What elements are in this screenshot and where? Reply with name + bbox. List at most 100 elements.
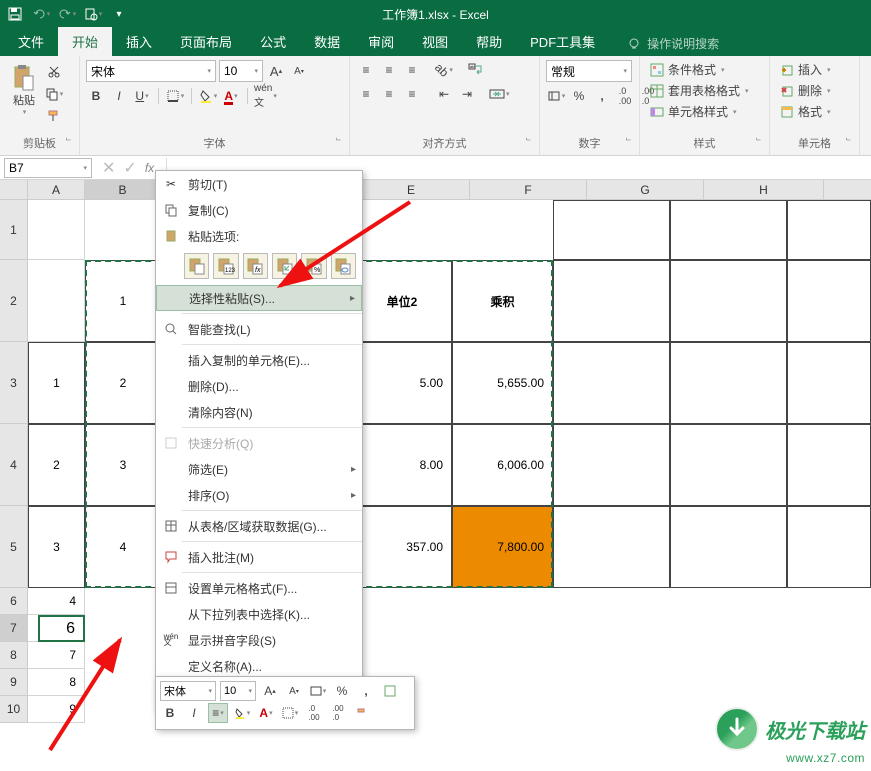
cut-button[interactable] bbox=[44, 62, 64, 82]
cell-g5[interactable] bbox=[670, 506, 787, 588]
mini-border[interactable] bbox=[380, 681, 400, 701]
row-header-2[interactable]: 2 bbox=[0, 260, 28, 342]
decrease-font-button[interactable]: A▾ bbox=[289, 61, 309, 81]
mini-decrease-font[interactable]: A▾ bbox=[284, 681, 304, 701]
print-preview-button[interactable]: ▾ bbox=[82, 3, 104, 25]
cell-h4[interactable] bbox=[787, 424, 871, 506]
cell-a2[interactable] bbox=[28, 260, 85, 342]
cell-styles-button[interactable]: 单元格样式▾ bbox=[646, 102, 763, 121]
row-header-3[interactable]: 3 bbox=[0, 342, 28, 424]
tab-file[interactable]: 文件 bbox=[4, 27, 58, 56]
tab-pdf-tools[interactable]: PDF工具集 bbox=[516, 27, 609, 56]
tab-formula[interactable]: 公式 bbox=[246, 27, 300, 56]
cm-copy[interactable]: 复制(C) bbox=[156, 197, 362, 223]
tab-home[interactable]: 开始 bbox=[58, 27, 112, 56]
cell-b2[interactable]: 1 bbox=[85, 260, 161, 342]
row-header-10[interactable]: 10 bbox=[0, 696, 28, 723]
cell-a3[interactable]: 1 bbox=[28, 342, 85, 424]
cell-h3[interactable] bbox=[787, 342, 871, 424]
cell-e5[interactable]: 7,800.00 bbox=[452, 506, 553, 588]
paste-opt-all[interactable] bbox=[184, 253, 209, 279]
increase-indent-button[interactable]: ⇥ bbox=[457, 84, 477, 104]
row-header-4[interactable]: 4 bbox=[0, 424, 28, 506]
conditional-format-button[interactable]: 条件格式▾ bbox=[646, 60, 763, 79]
cell-b3[interactable]: 2 bbox=[85, 342, 161, 424]
paste-button[interactable]: 粘贴 ▾ bbox=[6, 60, 42, 120]
cm-show-pinyin[interactable]: wén文显示拼音字段(S) bbox=[156, 627, 362, 653]
increase-decimal-button[interactable]: .0.00 bbox=[615, 86, 635, 106]
underline-button[interactable]: U▾ bbox=[132, 86, 152, 106]
tab-review[interactable]: 审阅 bbox=[354, 27, 408, 56]
cm-insert-copied[interactable]: 插入复制的单元格(E)... bbox=[156, 347, 362, 373]
row-header-8[interactable]: 8 bbox=[0, 642, 28, 669]
format-painter-button[interactable] bbox=[44, 106, 64, 126]
col-header-e[interactable]: E bbox=[353, 180, 470, 199]
cell-b6[interactable]: 4 bbox=[38, 588, 85, 615]
col-header-h[interactable]: H bbox=[704, 180, 824, 199]
cell-d2[interactable]: 单位2 bbox=[353, 260, 452, 342]
undo-button[interactable]: ▾ bbox=[30, 3, 52, 25]
cell-f4[interactable] bbox=[553, 424, 670, 506]
decrease-indent-button[interactable]: ⇤ bbox=[434, 84, 454, 104]
font-size-select[interactable]: 10▾ bbox=[219, 60, 263, 82]
paste-opt-values[interactable]: 123 bbox=[213, 253, 238, 279]
qat-customize-button[interactable]: ▾ bbox=[108, 3, 130, 25]
mini-fill-color[interactable]: ▾ bbox=[232, 703, 252, 723]
increase-font-button[interactable]: A▴ bbox=[266, 61, 286, 81]
cell-h2[interactable] bbox=[787, 260, 871, 342]
row-header-7[interactable]: 7 bbox=[0, 615, 28, 642]
mini-inc-decimal[interactable]: .0.00 bbox=[304, 703, 324, 723]
cm-paste-special[interactable]: 选择性粘贴(S)...▸ bbox=[156, 285, 362, 311]
cell-g1[interactable] bbox=[670, 200, 787, 260]
mini-borders[interactable]: ▾ bbox=[280, 703, 300, 723]
paste-opt-formatting[interactable]: % bbox=[301, 253, 326, 279]
cell-b4[interactable]: 3 bbox=[85, 424, 161, 506]
select-all-corner[interactable] bbox=[0, 180, 28, 199]
mini-comma[interactable]: , bbox=[356, 681, 376, 701]
name-box[interactable]: B7▾ bbox=[4, 158, 92, 178]
cm-format-cells[interactable]: 设置单元格格式(F)... bbox=[156, 575, 362, 601]
cell-b10[interactable]: 9 bbox=[38, 696, 85, 723]
cell-f2[interactable] bbox=[553, 260, 670, 342]
mini-align-center[interactable]: ≡▾ bbox=[208, 703, 228, 723]
fill-color-button[interactable]: ▾ bbox=[198, 86, 218, 106]
mini-accounting[interactable]: ▾ bbox=[308, 681, 328, 701]
fx-icon[interactable]: fx bbox=[145, 161, 154, 175]
number-format-select[interactable]: 常规▾ bbox=[546, 60, 632, 82]
cm-filter[interactable]: 筛选(E)▸ bbox=[156, 456, 362, 482]
save-button[interactable] bbox=[4, 3, 26, 25]
cm-from-table[interactable]: 从表格/区域获取数据(G)... bbox=[156, 513, 362, 539]
align-top-button[interactable]: ≡ bbox=[356, 60, 376, 80]
cell-h5[interactable] bbox=[787, 506, 871, 588]
cell-g3[interactable] bbox=[670, 342, 787, 424]
cm-sort[interactable]: 排序(O)▸ bbox=[156, 482, 362, 508]
cell-b5[interactable]: 4 bbox=[85, 506, 161, 588]
cm-pick-from-list[interactable]: 从下拉列表中选择(K)... bbox=[156, 601, 362, 627]
font-color-button[interactable]: A▾ bbox=[221, 86, 241, 106]
merge-center-button[interactable]: ▾ bbox=[489, 84, 510, 104]
bold-button[interactable]: B bbox=[86, 86, 106, 106]
redo-button[interactable]: ▾ bbox=[56, 3, 78, 25]
mini-font-color[interactable]: A▾ bbox=[256, 703, 276, 723]
col-header-a[interactable]: A bbox=[28, 180, 85, 199]
italic-button[interactable]: I bbox=[109, 86, 129, 106]
cell-f3[interactable] bbox=[553, 342, 670, 424]
cell-b8[interactable]: 7 bbox=[38, 642, 85, 669]
cell-g4[interactable] bbox=[670, 424, 787, 506]
align-middle-button[interactable]: ≡ bbox=[379, 60, 399, 80]
row-header-9[interactable]: 9 bbox=[0, 669, 28, 696]
tab-insert[interactable]: 插入 bbox=[112, 27, 166, 56]
copy-button[interactable]: ▾ bbox=[44, 84, 64, 104]
align-center-button[interactable]: ≡ bbox=[379, 84, 399, 104]
row-header-1[interactable]: 1 bbox=[0, 200, 28, 260]
align-bottom-button[interactable]: ≡ bbox=[402, 60, 422, 80]
border-button[interactable]: ▾ bbox=[165, 86, 185, 106]
align-left-button[interactable]: ≡ bbox=[356, 84, 376, 104]
orientation-button[interactable]: ab▾ bbox=[434, 60, 454, 80]
cm-delete[interactable]: 删除(D)... bbox=[156, 373, 362, 399]
wrap-text-button[interactable]: ab bbox=[466, 60, 486, 80]
paste-opt-formulas[interactable]: fx bbox=[243, 253, 268, 279]
phonetic-button[interactable]: wén文▾ bbox=[254, 86, 277, 106]
format-as-table-button[interactable]: 套用表格格式▾ bbox=[646, 81, 763, 100]
row-header-5[interactable]: 5 bbox=[0, 506, 28, 588]
